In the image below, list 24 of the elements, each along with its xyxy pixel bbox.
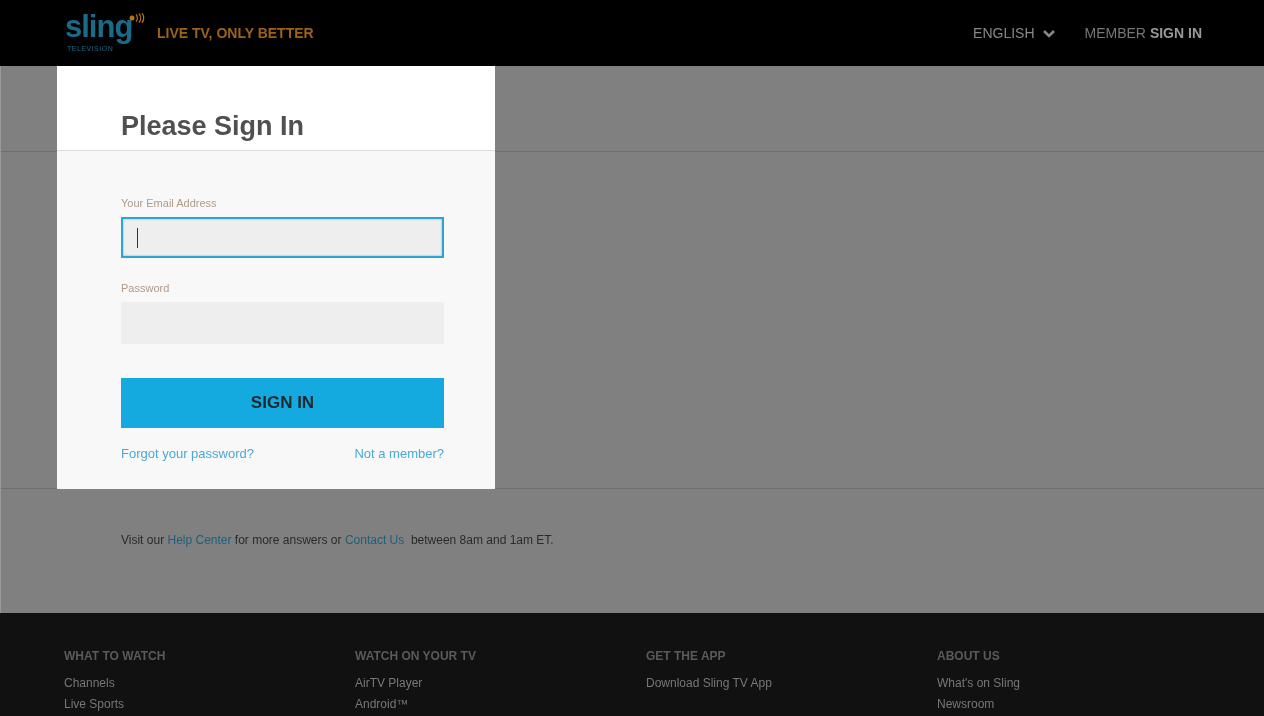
footer-link[interactable]: Newsroom xyxy=(937,697,1228,711)
logo-wordmark: sling xyxy=(65,9,133,45)
help-text: Visit our Help Center for more answers or Contact Us between 8am and 1am ET. xyxy=(121,533,555,547)
sign-in-button[interactable]: SIGN IN xyxy=(121,378,444,428)
language-selector[interactable]: ENGLISH xyxy=(973,25,1055,41)
dialog-link[interactable]: Not a member? xyxy=(354,446,444,461)
footer-link[interactable]: Download Sling TV App xyxy=(646,676,937,690)
footer-link[interactable]: Android™ xyxy=(355,697,646,711)
chevron-down-icon xyxy=(1042,28,1055,38)
footer-heading: ABOUT US xyxy=(937,649,1001,663)
footer-heading: GET THE APP xyxy=(646,649,727,663)
input-field[interactable] xyxy=(121,217,444,258)
footer-heading: WHAT TO WATCH xyxy=(64,649,167,663)
tagline: LIVE TV, ONLY BETTER xyxy=(157,25,314,41)
dialog-title: Please Sign In xyxy=(121,111,305,142)
footer-heading: WATCH ON YOUR TV xyxy=(355,649,477,663)
dialog-link[interactable]: Forgot your password? xyxy=(121,446,254,461)
field-label: Password xyxy=(121,282,171,294)
footer-link[interactable]: AirTV Player xyxy=(355,676,646,690)
field-label: Your Email Address xyxy=(121,197,218,209)
footer-link[interactable]: What's on Sling xyxy=(937,676,1228,690)
footer-link[interactable]: Channels xyxy=(64,676,355,690)
member-sign-in-link[interactable]: MEMBER SIGN IN xyxy=(1084,25,1202,41)
footer-link[interactable]: Live Sports xyxy=(64,697,355,711)
